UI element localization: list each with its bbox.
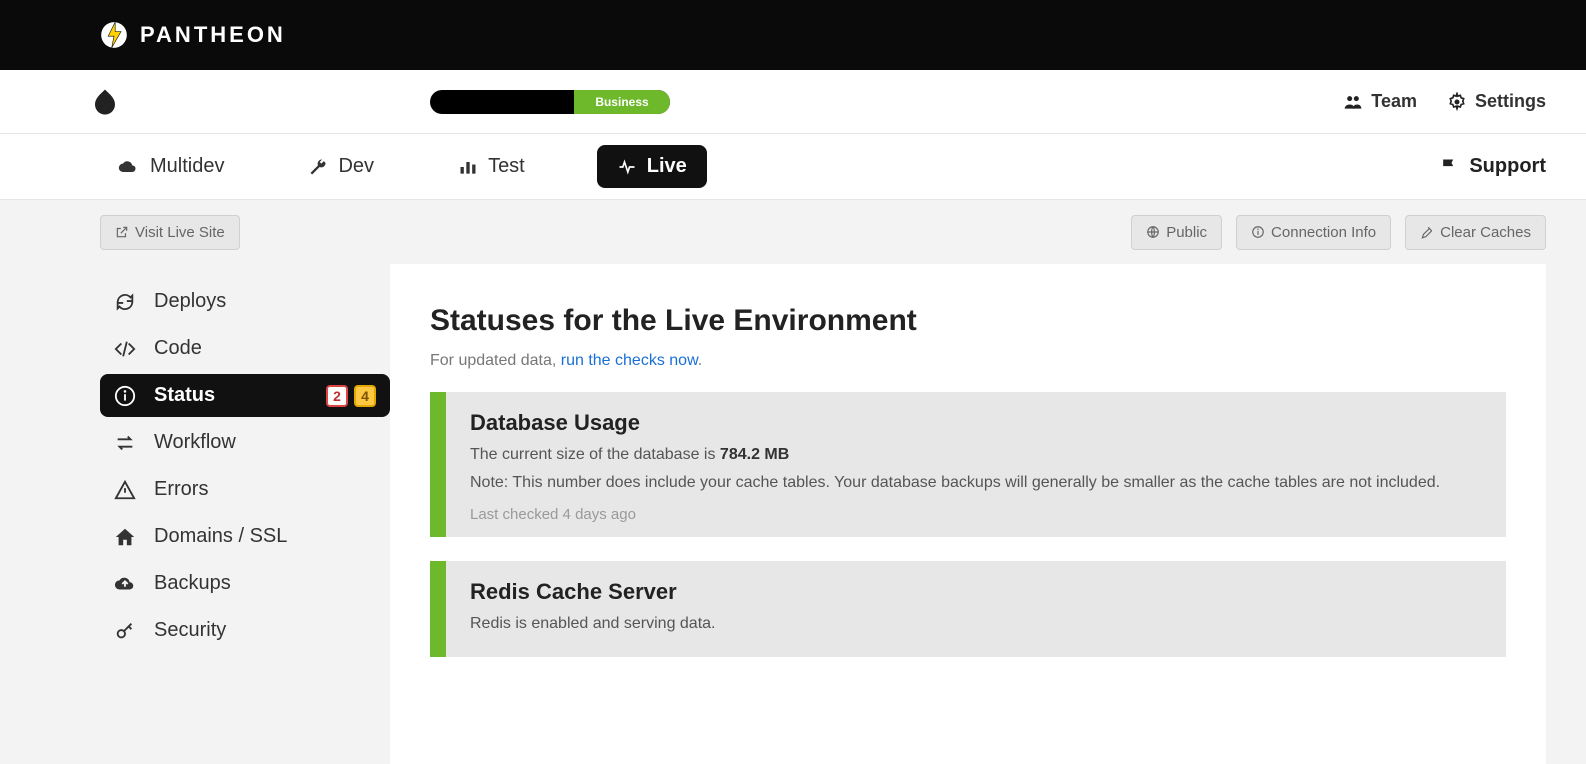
card-db-line: The current size of the database is 784.… bbox=[470, 446, 1482, 464]
card-db-note: Note: This number does include your cach… bbox=[470, 474, 1482, 492]
sidebar-backups-label: Backups bbox=[154, 572, 231, 595]
globe-icon bbox=[1146, 225, 1160, 239]
tab-multidev[interactable]: Multidev bbox=[104, 147, 236, 186]
broom-icon bbox=[1420, 225, 1434, 239]
info-circle-icon bbox=[114, 385, 136, 407]
sidebar-item-domains[interactable]: Domains / SSL bbox=[100, 515, 390, 558]
sidebar-item-deploys[interactable]: Deploys bbox=[100, 280, 390, 323]
db-line-prefix: The current size of the database is bbox=[470, 446, 720, 463]
team-button[interactable]: Team bbox=[1343, 91, 1417, 112]
tab-dev-label: Dev bbox=[338, 155, 374, 178]
cloud-icon bbox=[116, 157, 140, 177]
db-size-value: 784.2 MB bbox=[720, 446, 789, 463]
refresh-icon bbox=[114, 291, 136, 313]
tab-dev[interactable]: Dev bbox=[296, 147, 386, 186]
action-row: Visit Live Site Public Connection Info C… bbox=[0, 200, 1586, 264]
plan-badge: Business bbox=[574, 90, 670, 114]
bar-chart-icon bbox=[458, 157, 478, 177]
settings-button[interactable]: Settings bbox=[1447, 91, 1546, 112]
tab-test-label: Test bbox=[488, 155, 525, 178]
tab-live-label: Live bbox=[647, 155, 687, 178]
external-link-icon bbox=[115, 225, 129, 239]
sidebar-domains-label: Domains / SSL bbox=[154, 525, 287, 548]
main-panel: Statuses for the Live Environment For up… bbox=[390, 264, 1546, 764]
settings-label: Settings bbox=[1475, 91, 1546, 112]
status-card-redis: Redis Cache Server Redis is enabled and … bbox=[430, 561, 1506, 657]
wrench-icon bbox=[308, 157, 328, 177]
connection-info-button[interactable]: Connection Info bbox=[1236, 215, 1391, 250]
transfer-icon bbox=[114, 432, 136, 454]
home-icon bbox=[114, 526, 136, 548]
drupal-icon bbox=[90, 87, 120, 117]
warning-icon bbox=[114, 479, 136, 501]
conninfo-label: Connection Info bbox=[1271, 224, 1376, 241]
card-db-lastchecked: Last checked 4 days ago bbox=[470, 506, 1482, 523]
users-icon bbox=[1343, 92, 1363, 112]
public-button[interactable]: Public bbox=[1131, 215, 1222, 250]
cloud-up-icon bbox=[114, 573, 136, 595]
team-label: Team bbox=[1371, 91, 1417, 112]
sidebar-item-code[interactable]: Code bbox=[100, 327, 390, 370]
page-subline: For updated data, run the checks now. bbox=[430, 352, 1506, 370]
run-checks-link[interactable]: run the checks now bbox=[561, 352, 698, 369]
brand-logo[interactable]: PANTHEON bbox=[100, 21, 286, 49]
status-card-database: Database Usage The current size of the d… bbox=[430, 392, 1506, 537]
code-icon bbox=[114, 338, 136, 360]
sidebar-errors-label: Errors bbox=[154, 478, 208, 501]
info-icon bbox=[1251, 225, 1265, 239]
sidebar-status-label: Status bbox=[154, 384, 215, 407]
sidebar-code-label: Code bbox=[154, 337, 202, 360]
flag-icon bbox=[1439, 157, 1459, 177]
sidebar-item-errors[interactable]: Errors bbox=[100, 468, 390, 511]
tab-test[interactable]: Test bbox=[446, 147, 537, 186]
clear-label: Clear Caches bbox=[1440, 224, 1531, 241]
visit-live-site-button[interactable]: Visit Live Site bbox=[100, 215, 240, 250]
clear-caches-button[interactable]: Clear Caches bbox=[1405, 215, 1546, 250]
sidebar-item-workflow[interactable]: Workflow bbox=[100, 421, 390, 464]
card-db-title: Database Usage bbox=[470, 410, 1482, 436]
key-icon bbox=[114, 620, 136, 642]
brand-name: PANTHEON bbox=[140, 22, 286, 48]
sidebar-security-label: Security bbox=[154, 619, 226, 642]
site-header: Business Team Settings bbox=[0, 70, 1586, 134]
card-redis-title: Redis Cache Server bbox=[470, 579, 1482, 605]
sidebar-item-security[interactable]: Security bbox=[100, 609, 390, 652]
sidebar-item-status[interactable]: Status 2 4 bbox=[100, 374, 390, 417]
subline-prefix: For updated data, bbox=[430, 352, 561, 369]
sidebar-deploys-label: Deploys bbox=[154, 290, 226, 313]
gear-icon bbox=[1447, 92, 1467, 112]
env-tabbar: Multidev Dev Test Live Support bbox=[0, 134, 1586, 200]
tab-live[interactable]: Live bbox=[597, 145, 707, 188]
page-title: Statuses for the Live Environment bbox=[430, 304, 1506, 338]
support-button[interactable]: Support bbox=[1439, 155, 1546, 178]
public-label: Public bbox=[1166, 224, 1207, 241]
status-badge-red: 2 bbox=[326, 385, 348, 407]
support-label: Support bbox=[1469, 155, 1546, 178]
visit-label: Visit Live Site bbox=[135, 224, 225, 241]
subline-suffix: . bbox=[698, 352, 702, 369]
sidebar: Deploys Code Status 2 4 Workflow Errors … bbox=[100, 264, 390, 764]
plan-pill: Business bbox=[430, 90, 670, 114]
top-bar: PANTHEON bbox=[0, 0, 1586, 70]
pulse-icon bbox=[617, 157, 637, 177]
sidebar-item-backups[interactable]: Backups bbox=[100, 562, 390, 605]
card-redis-line: Redis is enabled and serving data. bbox=[470, 615, 1482, 633]
tab-multidev-label: Multidev bbox=[150, 155, 224, 178]
sidebar-workflow-label: Workflow bbox=[154, 431, 236, 454]
pantheon-icon bbox=[100, 21, 128, 49]
status-badge-yellow: 4 bbox=[354, 385, 376, 407]
